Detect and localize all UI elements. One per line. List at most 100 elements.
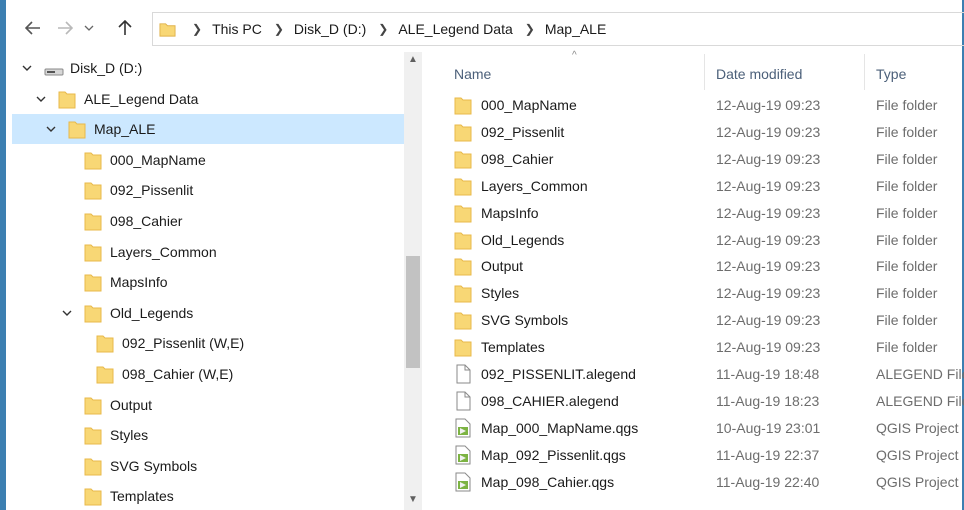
folder-icon <box>84 211 102 231</box>
file-type: ALEGEND File <box>876 392 964 409</box>
file-name: 092_Pissenlit <box>481 123 565 140</box>
file-type: File folder <box>876 123 938 140</box>
tree-item[interactable]: 098_Cahier <box>12 206 404 236</box>
file-type: File folder <box>876 150 938 167</box>
column-divider[interactable] <box>704 54 705 90</box>
file-type: File folder <box>876 312 938 329</box>
column-header-name[interactable]: ^ Name <box>454 50 704 88</box>
file-date-modified: 12-Aug-19 09:23 <box>716 177 821 194</box>
folder-icon <box>84 272 102 292</box>
file-date-modified: 10-Aug-19 23:01 <box>716 419 821 436</box>
list-item[interactable]: 000_MapName 12-Aug-19 09:23 File folder <box>454 92 964 118</box>
breadcrumb-ale-legend-data[interactable]: ALE_Legend Data <box>398 21 512 37</box>
tree-item[interactable]: ALE_Legend Data <box>12 84 404 114</box>
file-name: SVG Symbols <box>481 312 569 329</box>
list-item[interactable]: 098_Cahier 12-Aug-19 09:23 File folder <box>454 146 964 172</box>
file-type: File folder <box>876 231 938 248</box>
tree-item[interactable]: Styles <box>12 420 404 450</box>
chevron-down-icon[interactable] <box>44 122 58 136</box>
list-item[interactable]: 092_PISSENLIT.alegend 11-Aug-19 18:48 ALEG… <box>454 361 964 387</box>
qgis-project-icon <box>454 445 472 465</box>
folder-icon <box>68 119 86 139</box>
column-header-date[interactable]: Date modified <box>716 52 866 88</box>
scroll-down-icon[interactable]: ▼ <box>404 494 422 510</box>
tree-item-label: 098_Cahier <box>110 213 183 229</box>
chevron-down-icon[interactable] <box>60 306 74 320</box>
list-item[interactable]: 092_Pissenlit 12-Aug-19 09:23 File folder <box>454 119 964 145</box>
list-item[interactable]: 098_CAHIER.alegend 11-Aug-19 18:23 ALEGEND… <box>454 388 964 414</box>
folder-icon <box>454 230 472 250</box>
tree-item[interactable]: MapsInfo <box>12 267 404 297</box>
file-name: Styles <box>481 285 520 302</box>
file-name: Map_000_MapName.qgs <box>481 419 639 436</box>
tree-item[interactable]: Templates <box>12 481 404 510</box>
chevron-down-icon[interactable] <box>80 12 98 44</box>
file-type: ALEGEND File <box>876 366 964 382</box>
file-type: File folder <box>876 204 938 221</box>
file-type: File folder <box>876 339 938 356</box>
file-date-modified: 11-Aug-19 18:48 <box>716 366 820 382</box>
list-item[interactable]: MapsInfo 12-Aug-19 09:23 File folder <box>454 200 964 226</box>
tree-item-label: MapsInfo <box>110 274 168 291</box>
file-name: MapsInfo <box>481 204 539 221</box>
folder-icon <box>159 22 176 37</box>
folder-icon <box>454 122 472 142</box>
column-divider[interactable] <box>864 54 865 90</box>
folder-icon <box>454 283 472 303</box>
file-name: 098_Cahier <box>481 150 554 167</box>
chevron-down-icon[interactable] <box>34 92 48 106</box>
folder-icon <box>84 180 102 200</box>
file-date-modified: 12-Aug-19 09:23 <box>716 123 821 140</box>
tree-item[interactable]: Disk_D (D:) <box>12 53 404 83</box>
breadcrumb-this-pc[interactable]: This PC <box>212 21 262 37</box>
up-arrow-icon[interactable] <box>112 12 138 44</box>
file-date-modified: 12-Aug-19 09:23 <box>716 204 821 221</box>
file-date-modified: 12-Aug-19 09:23 <box>716 231 821 248</box>
list-item[interactable]: Output 12-Aug-19 09:23 File folder <box>454 253 964 279</box>
file-name: 000_MapName <box>481 97 577 113</box>
file-type: File folder <box>876 258 938 275</box>
chevron-down-icon[interactable] <box>20 61 34 75</box>
breadcrumb-disk-d[interactable]: Disk_D (D:) <box>294 21 366 37</box>
tree-item-label: Old_Legends <box>110 304 194 321</box>
list-item[interactable]: Layers_Common 12-Aug-19 09:23 File folder <box>454 173 964 199</box>
list-item[interactable]: Map_000_MapName.qgs 10-Aug-19 23:01 QGIS P… <box>454 415 964 441</box>
file-type: File folder <box>876 97 938 113</box>
tree-item[interactable]: 092_Pissenlit (W,E) <box>12 328 404 358</box>
tree-item-label: ALE_Legend Data <box>84 90 199 107</box>
folder-icon <box>454 310 472 330</box>
tree-item-label: Disk_D (D:) <box>70 60 143 76</box>
column-header-name-label: Name <box>454 66 492 82</box>
file-name: 098_CAHIER.alegend <box>481 392 619 409</box>
forward-arrow-icon[interactable] <box>52 12 78 44</box>
tree-item-label: 098_Cahier (W,E) <box>122 366 234 382</box>
file-type: QGIS Project <box>876 446 959 463</box>
column-header-type[interactable]: Type <box>876 52 964 88</box>
list-item[interactable]: Map_098_Cahier.qgs 11-Aug-19 22:40 QGIS Pr… <box>454 469 964 495</box>
breadcrumb: ❯ This PC ❯ Disk_D (D:) ❯ ALE_Legend Dat… <box>180 21 606 37</box>
back-arrow-icon[interactable] <box>20 12 46 44</box>
scrollbar-thumb[interactable] <box>406 256 420 368</box>
qgis-project-icon <box>454 472 472 492</box>
address-bar[interactable]: ❯ This PC ❯ Disk_D (D:) ❯ ALE_Legend Dat… <box>152 12 964 46</box>
folder-icon <box>454 256 472 276</box>
scroll-up-icon[interactable]: ▲ <box>404 54 422 70</box>
tree-scrollbar[interactable]: ▲ ▼ <box>404 52 422 510</box>
list-item[interactable]: SVG Symbols 12-Aug-19 09:23 File folder <box>454 307 964 333</box>
list-item[interactable]: Old_Legends 12-Aug-19 09:23 File folder <box>454 227 964 253</box>
list-item[interactable]: Map_092_Pissenlit.qgs 11-Aug-19 22:37 QGIS… <box>454 442 964 468</box>
tree-item[interactable]: Output <box>12 390 404 420</box>
tree-item[interactable]: Old_Legends <box>12 298 404 328</box>
chevron-right-icon: ❯ <box>192 22 203 36</box>
list-item[interactable]: Styles 12-Aug-19 09:23 File folder <box>454 280 964 306</box>
tree-item[interactable]: 092_Pissenlit <box>12 175 404 205</box>
list-item[interactable]: Templates 12-Aug-19 09:23 File folder <box>454 334 964 360</box>
tree-item[interactable]: Map_ALE <box>12 114 404 145</box>
tree-item[interactable]: Layers_Common <box>12 237 404 267</box>
drive-icon <box>44 58 64 78</box>
tree-item[interactable]: SVG Symbols <box>12 451 404 481</box>
tree-item[interactable]: 000_MapName <box>12 145 404 175</box>
breadcrumb-map-ale[interactable]: Map_ALE <box>545 21 606 37</box>
tree-item[interactable]: 098_Cahier (W,E) <box>12 359 404 389</box>
folder-icon <box>84 486 102 506</box>
